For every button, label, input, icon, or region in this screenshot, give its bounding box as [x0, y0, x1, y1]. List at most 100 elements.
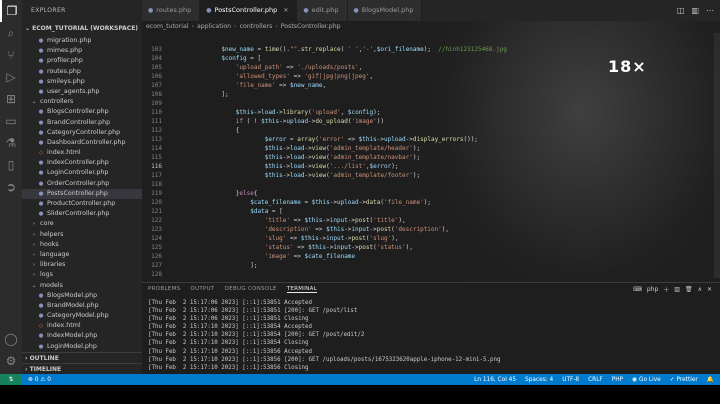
explorer-icon[interactable]: ❐ [0, 0, 22, 22]
panel-tab[interactable]: PROBLEMS [148, 286, 180, 292]
file-item[interactable]: ◇ index.html [22, 321, 142, 331]
code-token: 'description' [264, 226, 312, 233]
file-item[interactable]: ◇ index.html [22, 148, 142, 158]
accounts-icon[interactable]: ◯ [0, 328, 22, 350]
file-item[interactable]: ● ProductController.php [22, 199, 142, 209]
file-item[interactable]: ● mimes.php [22, 46, 142, 56]
encoding[interactable]: UTF-8 [562, 377, 579, 383]
panel-tab[interactable]: TERMINAL [286, 286, 318, 293]
folder-item[interactable]: › libraries [22, 260, 142, 270]
folder-item[interactable]: › helpers [22, 230, 142, 240]
editor-tab[interactable]: ● PostsController.php ✕ [200, 0, 298, 21]
editor-tab[interactable]: ● edit.php [297, 0, 348, 21]
chevron-right-icon: › [32, 221, 36, 228]
file-item[interactable]: ● OrderController.php [22, 179, 142, 189]
file-item[interactable]: ● LoginController.php [22, 168, 142, 178]
file-item[interactable]: ● SliderController.php [22, 209, 142, 219]
file-item[interactable]: ● PostsController.php [22, 188, 142, 199]
code-token: 'title' [264, 217, 290, 224]
close-icon[interactable]: ✕ [707, 286, 712, 293]
editor-tab[interactable]: ● routes.php [142, 0, 201, 21]
code-editor[interactable]: 103 $new_name = time()."".str_replace( '… [142, 45, 720, 279]
chevron-up-icon[interactable]: ∧ [698, 286, 702, 293]
editor-tabs: ● routes.php ● PostsController.php ✕ ● edit.ph… [142, 0, 720, 21]
file-item[interactable]: ● CategoryController.php [22, 128, 142, 138]
run-debug-icon[interactable]: ▷ [0, 66, 22, 88]
code-token: -> [282, 163, 290, 170]
remote-indicator-icon[interactable]: ⇅ [0, 374, 22, 385]
panel-tab[interactable]: DEBUG CONSOLE [225, 286, 277, 292]
close-tab-icon[interactable]: ✕ [283, 0, 288, 21]
timeline-section[interactable]: › TIMELINE [22, 363, 142, 374]
live-share-icon[interactable]: ➲ [0, 176, 22, 198]
file-item[interactable]: ● BlogsModel.php [22, 291, 142, 301]
code-token: => [282, 64, 298, 71]
breadcrumb-separator-icon: › [275, 23, 278, 30]
file-icon[interactable]: ▯ [0, 154, 22, 176]
folder-item[interactable]: › hooks [22, 240, 142, 250]
manage-gear-icon[interactable]: ⚙ [0, 350, 22, 372]
compare-icon[interactable]: ◫ [677, 6, 685, 15]
file-item[interactable]: ● LoginModel.php [22, 342, 142, 352]
remote-explorer-icon[interactable]: ▭ [0, 110, 22, 132]
code-text: 'slug' => $this->input->post('slug'), [178, 234, 399, 243]
code-token: $cate_filename [250, 199, 301, 206]
code-token: ), [405, 244, 413, 251]
file-item[interactable]: ● IndexController.php [22, 158, 142, 168]
trash-icon[interactable]: 🗑 [685, 286, 693, 293]
new-terminal-icon[interactable]: ＋ [663, 285, 669, 294]
indentation[interactable]: Spaces: 4 [525, 377, 553, 383]
folder-item[interactable]: › logs [22, 270, 142, 280]
folder-item[interactable]: ⌄ controllers [22, 97, 142, 107]
notifications-icon[interactable]: 🔔 [707, 377, 714, 383]
cursor-position[interactable]: Ln 116, Col 45 [474, 377, 516, 383]
file-item[interactable]: ● BlogsController.php [22, 107, 142, 117]
file-item[interactable]: ● BrandController.php [22, 118, 142, 128]
outline-section[interactable]: › OUTLINE [22, 352, 142, 363]
file-item[interactable]: ● migration.php [22, 36, 142, 46]
code-token: $error [369, 163, 392, 170]
terminal-name[interactable]: php [647, 286, 658, 293]
editor-tab[interactable]: ● BlogsModel.php [347, 0, 423, 21]
panel-tab[interactable]: OUTPUT [190, 286, 214, 292]
language-mode[interactable]: PHP [612, 377, 623, 383]
terminal-line: [Thu Feb 2 15:17:10 2023] [::1]:53856 Cl… [148, 364, 309, 371]
file-item[interactable]: ● CategoryModel.php [22, 311, 142, 321]
editor-scrollbar[interactable] [714, 33, 720, 278]
file-item[interactable]: ● user_agents.php [22, 87, 142, 97]
code-token: /list' [344, 163, 366, 170]
line-number: 119 [151, 190, 162, 197]
go-live-button[interactable]: ◉ Go Live [632, 377, 661, 383]
split-editor-icon[interactable]: ▥ [691, 6, 699, 15]
search-icon[interactable]: ⌕ [0, 22, 22, 44]
file-item[interactable]: ● DashboardController.php [22, 138, 142, 148]
problems-count[interactable]: ⊗ 0 ⚠ 0 [28, 377, 51, 383]
code-token: = [ [268, 208, 283, 215]
split-terminal-icon[interactable]: ▥ [674, 286, 680, 293]
code-token: 'upload_path' [235, 64, 283, 71]
file-item[interactable]: ● profiler.php [22, 56, 142, 66]
file-item[interactable]: ● BrandModel.php [22, 301, 142, 311]
testing-icon[interactable]: ⚗ [0, 132, 22, 154]
code-token: 'upload' [311, 109, 341, 116]
line-endings[interactable]: CRLF [588, 377, 603, 383]
breadcrumb-item[interactable]: PostsController.php [281, 23, 341, 30]
file-item[interactable]: ● IndexModel.php [22, 331, 142, 341]
code-token: $this [264, 145, 283, 152]
terminal-output[interactable]: [Thu Feb 2 15:17:06 2023] [::1]:53851 Ac… [148, 299, 501, 372]
more-actions-icon[interactable]: ⋯ [706, 6, 714, 15]
breadcrumb-item[interactable]: ecom_tutorial [146, 23, 188, 30]
breadcrumb-item[interactable]: application [197, 23, 231, 30]
folder-item[interactable]: › language [22, 250, 142, 260]
source-control-icon[interactable]: ⑂ [0, 44, 22, 66]
folder-item[interactable]: ⌄ models [22, 281, 142, 291]
breadcrumb-item[interactable]: controllers [240, 23, 273, 30]
folder-item[interactable]: › core [22, 219, 142, 229]
file-item[interactable]: ● routes.php [22, 67, 142, 77]
workspace-title[interactable]: ⌄ ECOM_TUTORIAL (WORKSPACE) [22, 22, 142, 36]
file-item[interactable]: ● smileys.php [22, 77, 142, 87]
prettier-status[interactable]: ✓ Prettier [670, 377, 698, 383]
extensions-icon[interactable]: ⊞ [0, 88, 22, 110]
